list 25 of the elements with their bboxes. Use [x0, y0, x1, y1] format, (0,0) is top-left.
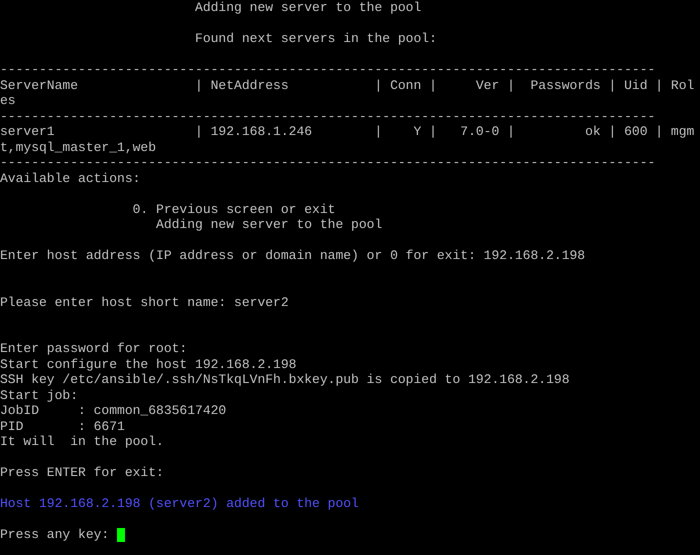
terminal-line: Available actions: [0, 170, 140, 186]
terminal-line: Start job: [0, 388, 78, 403]
terminal-line: Enter host address (IP address or domain name) or 0 for exit: 192.168.2.198 [0, 248, 586, 264]
terminal-line: Press ENTER for exit: [0, 465, 164, 480]
terminal-line: ------------------------------------------------------------------------------------ [0, 108, 656, 124]
terminal-line: 0. Previous screen or exit [132, 202, 336, 217]
terminal-line: Adding new server to the pool [155, 217, 382, 232]
terminal-line: Please enter host short name: server2 [0, 294, 289, 310]
text-cursor [117, 528, 126, 542]
terminal-prompt: Press any key: [0, 527, 110, 542]
terminal-line: Enter password for root: [0, 341, 188, 356]
terminal-line: t,mysql_master_1,web [0, 140, 156, 155]
terminal-line: Found next servers in the pool: [194, 31, 437, 46]
terminal-line: Start configure the host 192.168.2.198 [0, 356, 296, 372]
terminal-line: JobID : common_6835617420 [0, 403, 226, 418]
terminal-line: PID : 6671 [0, 418, 125, 434]
terminal-line: Adding new server to the pool [194, 0, 422, 16]
terminal-line: ServerName | NetAddress | Conn | Ver | Passwords | Uid | Rol [0, 78, 694, 93]
terminal-line: ------------------------------------------------------------------------------------ [0, 62, 656, 78]
terminal-line: ------------------------------------------------------------------------------------ [0, 155, 656, 170]
terminal-line: It will in the pool. [0, 434, 164, 450]
terminal-line: SSH key /etc/ansible/.ssh/NsTkqLVnFh.bxkey.pub is copied to 192.168.2.198 [0, 372, 570, 388]
terminal-line: es [0, 93, 16, 108]
terminal-line: Host 192.168.2.198 (server2) added to the pool [0, 496, 359, 512]
terminal-line: server1 | 192.168.1.246 | Y | 7.0-0 | ok | 600 | mgm [0, 124, 694, 140]
